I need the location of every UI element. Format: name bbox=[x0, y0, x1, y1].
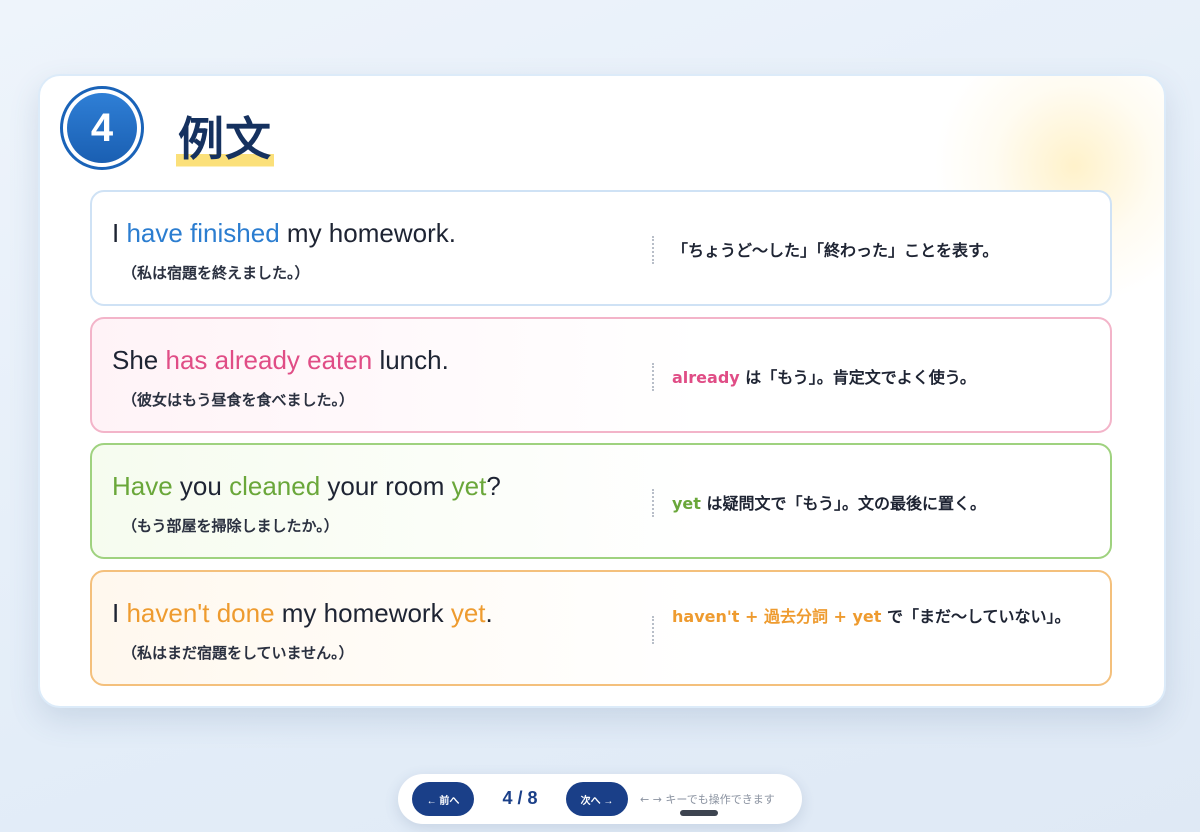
sentence-text: you bbox=[172, 471, 230, 501]
slide-navigation: ← 前へ 4 / 8 次へ → ← → キーでも操作できます bbox=[398, 774, 802, 824]
card-divider bbox=[652, 236, 654, 264]
highlighted-phrase: yet bbox=[450, 598, 486, 628]
slide: 4 例文 I have finished my homework. （私は宿題を… bbox=[38, 74, 1166, 708]
example-japanese: （私はまだ宿題をしていません。） bbox=[122, 644, 354, 662]
sentence-text: . bbox=[485, 598, 493, 628]
card-divider bbox=[652, 363, 654, 391]
highlighted-phrase: already bbox=[672, 368, 740, 387]
example-japanese: （もう部屋を掃除しましたか。） bbox=[122, 517, 339, 535]
sentence-text: ? bbox=[486, 471, 501, 501]
highlighted-phrase: have finished bbox=[126, 218, 280, 248]
sentence-text: は疑問文で「もう」。文の最後に置く。 bbox=[700, 494, 987, 513]
example-card: I haven't done my homework yet. （私はまだ宿題を… bbox=[90, 570, 1112, 686]
card-divider bbox=[652, 489, 654, 517]
example-english: I have finished my homework. bbox=[112, 218, 456, 249]
example-note: haven't + 過去分詞 + yet で「まだ〜していない」。 bbox=[672, 604, 1072, 630]
example-english: I haven't done my homework yet. bbox=[112, 598, 493, 629]
keyboard-hint: ← → キーでも操作できます bbox=[640, 793, 775, 806]
sentence-text: my homework bbox=[274, 598, 451, 628]
example-note: yet は疑問文で「もう」。文の最後に置く。 bbox=[672, 491, 1072, 517]
sentence-text: my homework. bbox=[279, 218, 456, 248]
example-note: already は「もう」。肯定文でよく使う。 bbox=[672, 365, 1072, 391]
highlighted-phrase: haven't + 過去分詞 + yet bbox=[672, 607, 882, 626]
example-japanese: （彼女はもう昼食を食べました。） bbox=[122, 391, 355, 409]
highlighted-phrase: has already eaten bbox=[165, 345, 373, 375]
highlighted-phrase: Have bbox=[112, 471, 173, 501]
sentence-text: She bbox=[112, 345, 166, 375]
sentence-text: I bbox=[112, 598, 127, 628]
highlighted-phrase: yet bbox=[451, 471, 487, 501]
example-note: 「ちょうど〜した」「終わった」ことを表す。 bbox=[672, 238, 1072, 264]
page-counter: 4 / 8 bbox=[502, 788, 538, 808]
section-number: 4 bbox=[67, 93, 137, 163]
sentence-text: lunch. bbox=[372, 345, 449, 375]
example-card: She has already eaten lunch. （彼女はもう昼食を食べ… bbox=[90, 317, 1112, 433]
highlighted-phrase: haven't done bbox=[126, 598, 275, 628]
example-card: Have you cleaned your room yet? （もう部屋を掃除… bbox=[90, 443, 1112, 559]
slide-title: 例文 bbox=[176, 108, 274, 170]
drag-handle[interactable] bbox=[680, 810, 718, 816]
sentence-text: your room bbox=[320, 471, 452, 501]
highlighted-phrase: yet bbox=[672, 494, 701, 513]
sentence-text: は「もう」。肯定文でよく使う。 bbox=[739, 368, 976, 387]
next-button[interactable]: 次へ → bbox=[566, 782, 628, 816]
sentence-text: で「まだ〜していない」。 bbox=[881, 607, 1071, 626]
example-english: Have you cleaned your room yet? bbox=[112, 471, 501, 502]
example-english: She has already eaten lunch. bbox=[112, 345, 449, 376]
highlighted-phrase: cleaned bbox=[229, 471, 321, 501]
sentence-text: I bbox=[112, 218, 127, 248]
prev-button[interactable]: ← 前へ bbox=[412, 782, 474, 816]
example-card: I have finished my homework. （私は宿題を終えました… bbox=[90, 190, 1112, 306]
example-japanese: （私は宿題を終えました。） bbox=[122, 264, 310, 282]
section-number-badge: 4 bbox=[60, 86, 144, 170]
sentence-text: 「ちょうど〜した」「終わった」ことを表す。 bbox=[672, 241, 999, 260]
card-divider bbox=[652, 616, 654, 644]
